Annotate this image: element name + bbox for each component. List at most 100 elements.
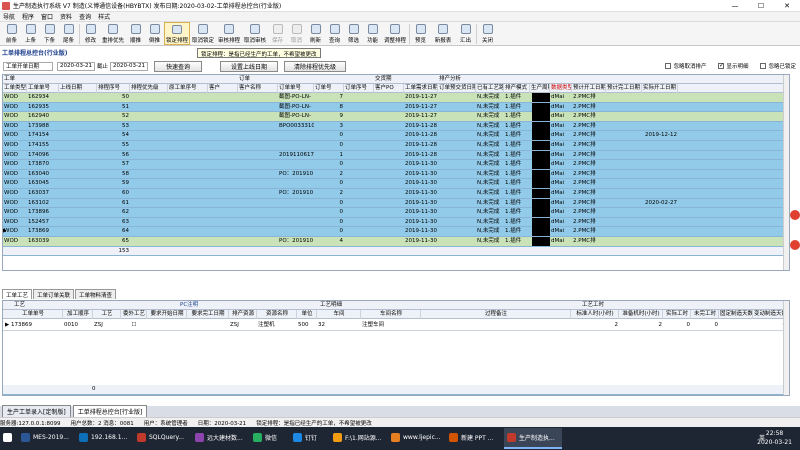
column-header[interactable]: 过程备注 <box>421 310 571 319</box>
column-header[interactable]: 工单单号 <box>27 84 59 93</box>
toolbar-button-prev[interactable]: 上条 <box>21 22 40 45</box>
menu-data[interactable]: 资料 <box>60 12 72 21</box>
table-row[interactable]: WOD 173988 53 BPO0033310 3 2019-11-28 N,未完成 1.插… <box>3 121 789 132</box>
menu-style[interactable]: 样式 <box>98 12 110 21</box>
menu-query[interactable]: 查询 <box>79 12 91 21</box>
tab-order-link[interactable]: 工单订单关联 <box>33 289 75 299</box>
column-header[interactable]: 预计完工日期 <box>606 84 642 93</box>
table-row[interactable]: WOD 163037 60 PO：201910 2 2019-11-30 N,未完成 1.插件… <box>3 189 789 199</box>
column-header[interactable]: 客户PO <box>374 84 404 93</box>
column-header[interactable]: 排程优先级 <box>130 84 168 93</box>
column-header[interactable]: 上线日期 <box>59 84 97 93</box>
column-header[interactable]: 预计开工日期 <box>572 84 606 93</box>
taskbar-item[interactable]: SQLQuery... <box>134 428 192 449</box>
toolbar-button-filter[interactable]: 筛选 <box>344 22 363 45</box>
taskbar-item[interactable]: 新建 PPT ... <box>446 428 504 449</box>
menu-window[interactable]: 窗口 <box>41 12 53 21</box>
table-row[interactable]: WOD 163039 65 PO：201910 4 2019-11-30 N,未完成 1.插件… <box>3 237 789 247</box>
tab-process[interactable]: 工单工艺 <box>2 289 33 299</box>
column-header[interactable]: 工单单号 <box>3 310 63 319</box>
taskbar-item[interactable]: F:\1.网站源... <box>330 428 388 449</box>
column-header[interactable]: 委外工艺 <box>121 310 147 319</box>
table-row[interactable]: WOD 163045 59 0 2019-11-30 N,未完成 1.插件 dMai 2.PMC… <box>3 179 789 189</box>
column-header[interactable]: 客户 <box>208 84 238 93</box>
toolbar-button-adjust[interactable]: 调整排程 <box>382 22 408 45</box>
column-header[interactable]: 工单类型 <box>3 84 27 93</box>
process-row[interactable]: ▶1738690010ZSJ☐ZSJ注塑机50032注塑车间22000 <box>3 321 789 331</box>
column-header[interactable]: 订单预交货日期 <box>438 84 476 93</box>
toolbar-button-refresh[interactable]: 刷新 <box>306 22 325 45</box>
column-header[interactable]: 订单号 <box>314 84 344 93</box>
column-header[interactable]: 变动制造天数 <box>753 310 787 319</box>
column-header[interactable]: 车间 <box>317 310 361 319</box>
column-header[interactable]: 单位 <box>297 310 317 319</box>
toolbar-button-preview[interactable]: 预览 <box>411 22 430 45</box>
toolbar-button-edit[interactable]: 修改 <box>81 22 100 45</box>
column-header[interactable]: 排产模式 <box>504 84 530 93</box>
toolbar-button-forward[interactable]: 顺推 <box>126 22 145 45</box>
menu-program[interactable]: 程序 <box>22 12 34 21</box>
column-header[interactable]: 车间名称 <box>361 310 421 319</box>
column-header[interactable]: 订单序号 <box>344 84 374 93</box>
toolbar-button-first[interactable]: 前条 <box>2 22 21 45</box>
column-header[interactable]: 排产资源 <box>229 310 257 319</box>
start-icon[interactable] <box>0 428 18 449</box>
quick-query-button[interactable]: 快速查询 <box>154 60 203 72</box>
toolbar-button-export[interactable]: 汇出 <box>456 22 475 45</box>
table-row[interactable]: WOD 163040 58 PO：201910 2 2019-11-30 N,未完成 1.插件… <box>3 169 789 180</box>
toolbar-button-unlock[interactable]: 取消锁定 <box>190 22 216 45</box>
column-header[interactable]: 准备机时(小时) <box>619 310 663 319</box>
column-header[interactable]: 要求开始日期 <box>147 310 187 319</box>
taskbar-item[interactable]: MES-2019... <box>18 428 76 449</box>
toolbar-button-backward[interactable]: 倒推 <box>145 22 164 45</box>
date-from-input[interactable]: 2020-03-21 <box>57 61 95 71</box>
taskbar-item[interactable]: 钉钉 <box>290 428 330 449</box>
taskbar-item[interactable]: 远大建材数... <box>192 428 250 449</box>
taskbar-item[interactable]: www.ljepic... <box>388 428 446 449</box>
toolbar-button-function[interactable]: 功能 <box>363 22 382 45</box>
toolbar-button-query[interactable]: 查询 <box>325 22 344 45</box>
ignore-locked-checkbox[interactable]: 忽略已锁定 <box>760 62 796 70</box>
close-window-button[interactable]: ✕ <box>774 0 800 12</box>
set-online-date-button[interactable]: 设置上线日期 <box>220 60 279 72</box>
toolbar-button-next[interactable]: 下条 <box>40 22 59 45</box>
minimize-button[interactable]: — <box>722 0 748 12</box>
table-row[interactable]: WOD 174155 55 0 2019-11-28 N,未完成 1.插件 dMai 2.PMC… <box>3 141 789 151</box>
tab-material[interactable]: 工单物料清查 <box>75 289 117 299</box>
toolbar-button-close[interactable]: 关闭 <box>478 22 497 45</box>
toolbar-button-approve[interactable]: 审核排程 <box>216 22 242 45</box>
column-header[interactable]: 实际开工日期 <box>642 84 678 93</box>
table-row[interactable]: WOD 162935 51 截图-PO-LN- 8 2019-11-27 N,未完成 1.插件… <box>3 102 789 113</box>
taskbar-item[interactable]: 192.168.1... <box>76 428 134 449</box>
column-header[interactable]: 客户名称 <box>238 84 278 93</box>
show-detail-checkbox[interactable]: ✓ 显示明细 <box>718 62 748 70</box>
column-header[interactable]: 生产周期 <box>530 84 550 93</box>
column-header[interactable]: 订单单号 <box>278 84 314 93</box>
column-header[interactable]: 资源名称 <box>257 310 297 319</box>
clear-priority-button[interactable]: 清除排程优先级 <box>284 60 347 72</box>
taskbar-item[interactable]: 生产制造执... <box>504 428 562 449</box>
column-header[interactable]: 工艺 <box>93 310 121 319</box>
column-header[interactable]: 要求完工日期 <box>187 310 229 319</box>
taskbar-clock[interactable]: 22:58 2020-03-21 <box>757 429 792 447</box>
column-header[interactable]: 固定制造天数 <box>719 310 753 319</box>
toolbar-button-save[interactable]: 保存 <box>268 22 287 45</box>
table-row[interactable]: WOD 162940 52 截图-PO-LN- 9 2019-11-27 N,未完成 1.插件… <box>3 112 789 122</box>
table-row[interactable]: WOD 173870 57 0 2019-11-30 N,未完成 1.插件 dMai 2.PMC… <box>3 160 789 170</box>
column-header[interactable]: 数据类型 <box>550 84 572 93</box>
toolbar-button-lock[interactable]: 锁定排程 <box>164 22 190 45</box>
taskbar-item[interactable]: 微信 <box>250 428 290 449</box>
table-row[interactable]: WOD 173869 64 0 2019-11-30 N,未完成 1.插件 dMai 2.PMC… <box>3 227 789 237</box>
toolbar-button-reorder[interactable]: 重排优先 <box>100 22 126 45</box>
vertical-scrollbar[interactable] <box>783 301 789 395</box>
maximize-button[interactable]: ☐ <box>748 0 774 12</box>
date-to-input[interactable]: 2020-03-21 <box>110 61 149 71</box>
ignore-cancel-checkbox[interactable]: 忽略取消排产 <box>665 62 706 70</box>
table-row[interactable]: WOD 163102 61 0 2019-11-30 N,未完成 1.插件 dMai 2.PMC… <box>3 198 789 209</box>
column-header[interactable]: 实际工时 <box>663 310 691 319</box>
column-header[interactable]: 已有工艺路线 <box>476 84 504 93</box>
date-field-select[interactable]: 工单开单日期 <box>3 61 53 71</box>
toolbar-button-last[interactable]: 尾条 <box>59 22 78 45</box>
column-header[interactable]: 工单需求日期 <box>404 84 438 93</box>
column-header[interactable]: 标准人时(小时) <box>571 310 619 319</box>
